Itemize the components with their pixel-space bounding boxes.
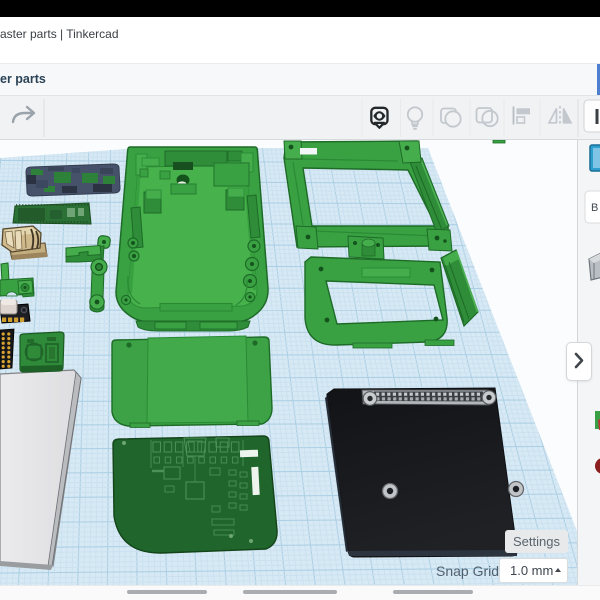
svg-text:B: B <box>591 202 598 214</box>
